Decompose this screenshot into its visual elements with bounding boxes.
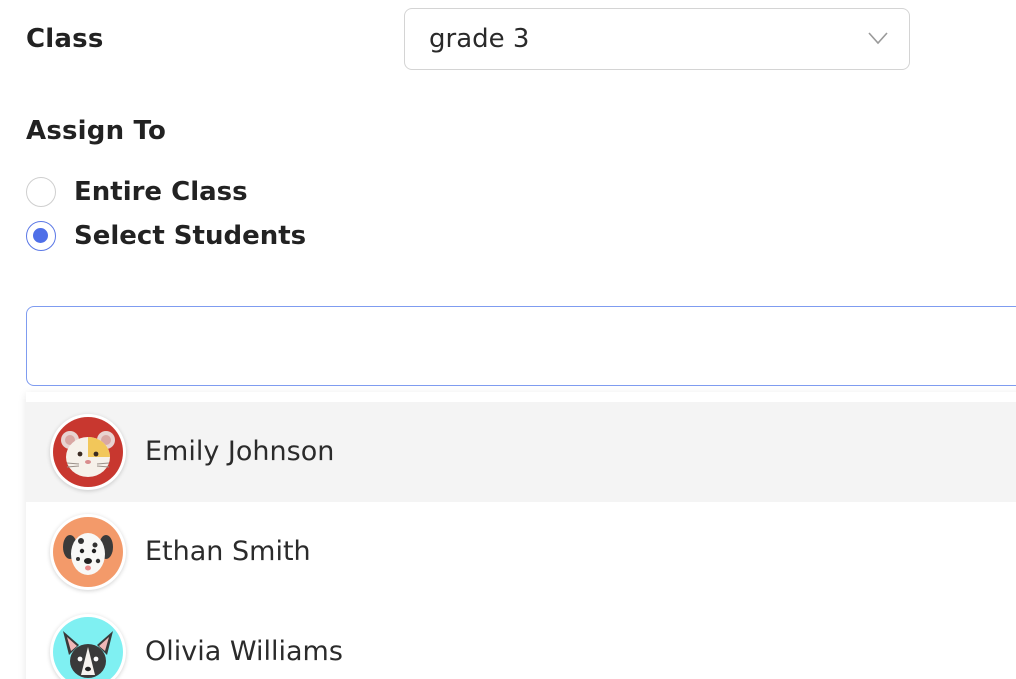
chihuahua-avatar-icon — [50, 614, 126, 679]
class-label: Class — [26, 24, 104, 54]
radio-select-students-label: Select Students — [74, 221, 307, 251]
chevron-down-icon — [868, 32, 888, 45]
student-name: Ethan Smith — [145, 536, 311, 567]
class-select-value: grade 3 — [429, 24, 530, 54]
student-search-input[interactable] — [26, 306, 1016, 386]
radio-button-checked[interactable] — [26, 221, 56, 251]
dalmatian-avatar-icon — [50, 514, 126, 590]
student-option-olivia-williams[interactable]: Olivia Williams — [26, 602, 1016, 679]
hamster-avatar-icon — [50, 414, 126, 490]
student-dropdown-list: Emily Johnson Ethan Smith Olivia William… — [26, 392, 1016, 679]
radio-button-unchecked[interactable] — [26, 177, 56, 207]
radio-select-students[interactable]: Select Students — [26, 219, 306, 253]
student-name: Emily Johnson — [145, 436, 335, 467]
radio-entire-class[interactable]: Entire Class — [26, 175, 248, 209]
assign-to-label: Assign To — [26, 116, 167, 146]
assignment-form: Class grade 3 Assign To Entire Class Sel… — [0, 0, 1016, 679]
student-option-emily-johnson[interactable]: Emily Johnson — [26, 402, 1016, 502]
radio-entire-class-label: Entire Class — [74, 177, 248, 207]
class-select[interactable]: grade 3 — [404, 8, 910, 70]
student-name: Olivia Williams — [145, 636, 343, 667]
student-option-ethan-smith[interactable]: Ethan Smith — [26, 502, 1016, 602]
